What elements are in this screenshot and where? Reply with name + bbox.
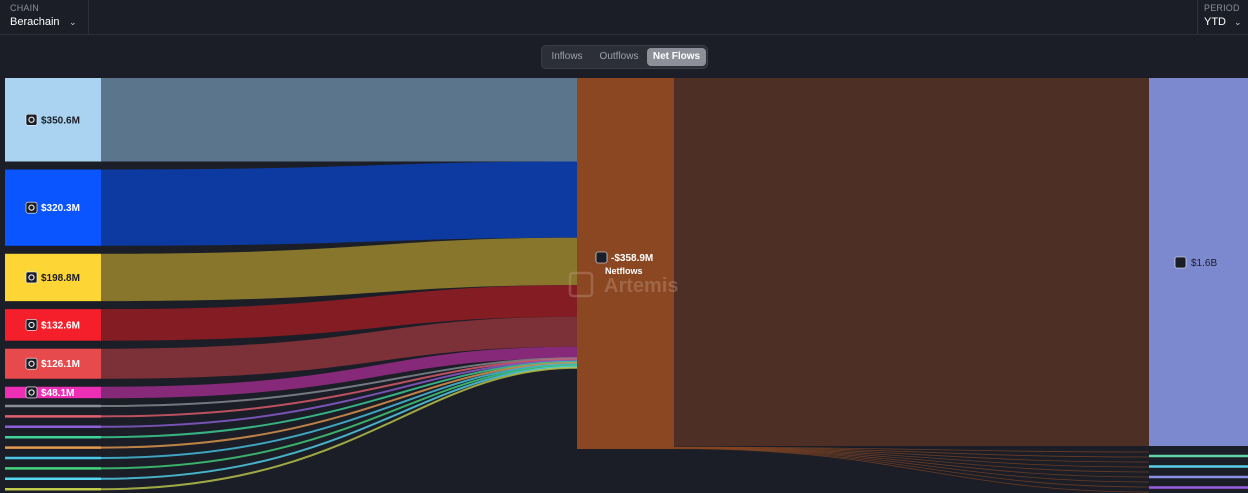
destination-value-label: $1.6B xyxy=(1191,258,1217,269)
sankey-chart: -$358.9M Netflows Artemis $350.6M $320.3M $… xyxy=(5,78,1248,493)
artemis-logo-icon xyxy=(568,271,594,298)
minor-outflow-line xyxy=(673,447,1150,468)
destination-node[interactable] xyxy=(1149,78,1248,446)
chain-logo-icon-glyph xyxy=(28,116,35,123)
berachain-logo-icon xyxy=(595,251,608,264)
source-value-label: $198.8M xyxy=(41,273,80,284)
ethereum-logo-icon xyxy=(1174,256,1187,269)
chain-logo-icon xyxy=(25,386,38,399)
chain-label: CHAIN xyxy=(10,3,40,13)
minor-flow-line xyxy=(100,366,578,491)
source-node-5[interactable] xyxy=(5,348,101,379)
source-node-1[interactable] xyxy=(5,78,101,162)
flow-band-1 xyxy=(101,78,577,162)
period-value: YTD xyxy=(1204,16,1226,28)
chain-value: Berachain xyxy=(10,16,60,28)
avalanche-logo-icon-glyph xyxy=(28,360,35,367)
netflows-sublabel: Netflows xyxy=(605,266,643,276)
minor-outflow-line xyxy=(673,446,1150,453)
chevron-down-icon: ⌄ xyxy=(1234,17,1242,27)
minor-outflow-line xyxy=(673,447,1150,483)
minor-flow-line xyxy=(100,363,578,459)
netflows-node[interactable] xyxy=(577,78,674,449)
minor-flow-line xyxy=(100,364,578,470)
chain-selector[interactable]: CHAIN Berachain ⌄ xyxy=(0,0,89,34)
source-node-4[interactable] xyxy=(5,309,101,341)
view-toggle: Inflows Outflows Net Flows xyxy=(541,45,708,69)
chain-logo-icon xyxy=(25,201,38,214)
netflows-value-label: -$358.9M xyxy=(611,253,653,264)
source-value-label: $126.1M xyxy=(41,359,80,370)
period-label: PERIOD xyxy=(1204,3,1240,13)
avalanche-logo-icon xyxy=(25,357,38,370)
tab-outflows[interactable]: Outflows xyxy=(592,48,646,66)
source-node-3[interactable] xyxy=(5,253,101,302)
minor-flow-line xyxy=(100,365,578,480)
minor-outflow-line xyxy=(673,447,1150,473)
source-value-label: $132.6M xyxy=(41,320,80,331)
chain-logo-icon-glyph xyxy=(28,389,35,396)
minor-flow-line xyxy=(100,357,578,407)
netflow-band xyxy=(674,78,1149,446)
source-value-label: $320.3M xyxy=(41,203,80,214)
chain-logo-icon xyxy=(25,319,38,331)
flow-band-3 xyxy=(101,237,577,302)
minor-outflow-line xyxy=(673,447,1150,463)
filter-bar: CHAIN Berachain ⌄ PERIOD YTD ⌄ xyxy=(0,0,1248,35)
source-value-label: $48.1M xyxy=(41,388,74,399)
flow-band-6 xyxy=(101,346,577,399)
source-node-2[interactable] xyxy=(5,169,101,246)
watermark-text: Artemis xyxy=(604,275,678,297)
source-node-6[interactable] xyxy=(5,386,101,399)
flow-band-2 xyxy=(101,161,577,246)
flow-band-4 xyxy=(101,285,577,341)
minor-outflow-line xyxy=(673,448,1150,488)
chevron-down-icon: ⌄ xyxy=(69,17,77,27)
bnb-logo-icon-glyph xyxy=(28,274,35,281)
chain-logo-icon-glyph xyxy=(28,321,35,329)
flow-band-5 xyxy=(101,316,577,379)
chain-logo-icon xyxy=(25,113,38,126)
minor-outflow-line xyxy=(673,447,1150,478)
minor-flow-line xyxy=(100,358,578,418)
chain-logo-icon-glyph xyxy=(28,204,35,211)
minor-flow-line xyxy=(100,361,578,449)
tab-net-flows[interactable]: Net Flows xyxy=(647,48,706,66)
minor-outflow-line xyxy=(673,448,1150,493)
tab-inflows[interactable]: Inflows xyxy=(545,48,589,66)
period-selector[interactable]: PERIOD YTD ⌄ xyxy=(1197,0,1248,34)
minor-outflow-line xyxy=(673,446,1150,458)
minor-flow-line xyxy=(100,360,578,439)
bnb-logo-icon xyxy=(25,271,38,284)
minor-flow-line xyxy=(100,359,578,428)
source-value-label: $350.6M xyxy=(41,115,80,126)
